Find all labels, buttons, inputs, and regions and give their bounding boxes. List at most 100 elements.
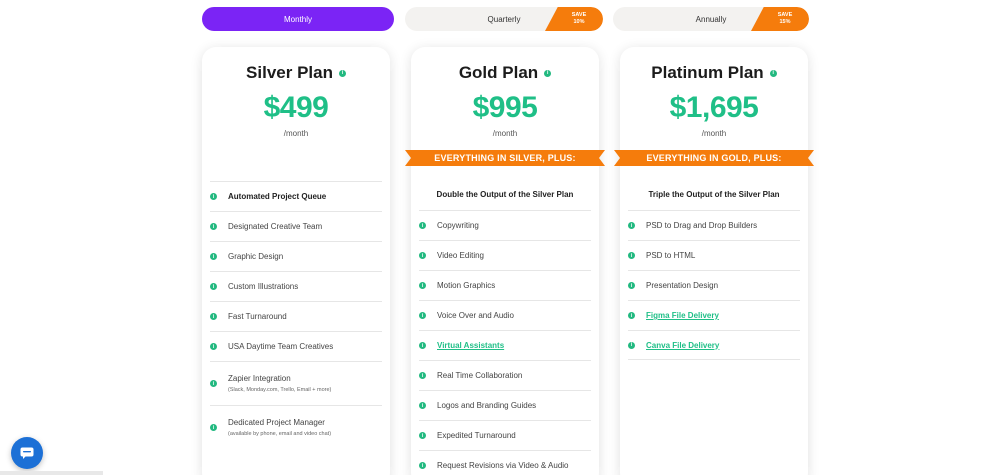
feature-link[interactable]: Figma File Delivery bbox=[646, 311, 719, 320]
feature-link[interactable]: Virtual Assistants bbox=[437, 341, 504, 350]
check-dot-icon: i bbox=[419, 312, 426, 319]
feature-label: Request Revisions via Video & Audio bbox=[437, 461, 569, 470]
feature-label: Custom Illustrations bbox=[228, 282, 299, 291]
feature-item: i Canva File Delivery bbox=[628, 330, 800, 360]
feature-item: i PSD to HTML bbox=[628, 240, 800, 270]
plan-price: $1,695 bbox=[669, 91, 759, 124]
feature-item: i Designated Creative Team bbox=[210, 211, 382, 241]
feature-label: Logos and Branding Guides bbox=[437, 401, 537, 410]
check-dot-icon: i bbox=[210, 380, 217, 387]
feature-note: (Slack, Monday.com, Trello, Email + more… bbox=[228, 387, 332, 393]
feature-label: Dedicated Project Manager bbox=[228, 418, 325, 427]
check-dot-icon: i bbox=[419, 402, 426, 409]
feature-list: i PSD to Drag and Drop Builders i PSD to… bbox=[628, 210, 800, 360]
chat-bubble-icon bbox=[20, 447, 34, 459]
info-icon[interactable]: i bbox=[769, 69, 777, 77]
feature-item: i Video Editing bbox=[419, 240, 591, 270]
plan-title-text: Silver Plan bbox=[246, 63, 333, 82]
save-badge-percent: 15% bbox=[779, 19, 791, 25]
plan-period: /month bbox=[701, 129, 727, 138]
save-badge-annually: SAVE 15% bbox=[751, 7, 809, 31]
chat-bar bbox=[0, 471, 103, 475]
feature-label: USA Daytime Team Creatives bbox=[228, 342, 334, 351]
check-dot-icon: i bbox=[419, 462, 426, 469]
check-dot-icon: i bbox=[210, 193, 217, 200]
plan-card-silver: Silver Plan i $499 /month i Automated Pr… bbox=[202, 47, 390, 475]
plan-title-text: Gold Plan bbox=[458, 63, 539, 82]
feature-label: Automated Project Queue bbox=[228, 192, 327, 201]
check-dot-icon: i bbox=[210, 223, 217, 230]
check-dot-icon: i bbox=[210, 283, 217, 290]
save-badge-text: SAVE bbox=[777, 12, 793, 18]
feature-item: i Real Time Collaboration bbox=[419, 360, 591, 390]
check-dot-icon: i bbox=[210, 343, 217, 350]
plan-title-text: Platinum Plan bbox=[651, 63, 764, 82]
plan-title: Gold Plan i bbox=[411, 63, 599, 83]
billing-tab-annually-label: Annually bbox=[695, 14, 727, 24]
feature-item: i Figma File Delivery bbox=[628, 300, 800, 330]
check-dot-icon: i bbox=[628, 222, 635, 229]
info-icon[interactable]: i bbox=[544, 69, 552, 77]
plan-title: Platinum Plan i bbox=[620, 63, 808, 83]
check-dot-icon: i bbox=[210, 424, 217, 431]
billing-tab-quarterly-label: Quarterly bbox=[487, 14, 521, 24]
info-icon[interactable]: i bbox=[338, 69, 346, 77]
feature-item: i Request Revisions via Video & Audio bbox=[419, 450, 591, 475]
save-badge-text: SAVE bbox=[571, 12, 587, 18]
feature-label: PSD to HTML bbox=[646, 251, 696, 260]
feature-label: Graphic Design bbox=[228, 252, 284, 261]
feature-label: Zapier Integration bbox=[228, 374, 291, 383]
plan-subhead: Triple the Output of the Silver Plan bbox=[648, 190, 780, 199]
plan-ribbon: EVERYTHING IN GOLD, PLUS: bbox=[614, 150, 814, 166]
check-dot-icon: i bbox=[628, 282, 635, 289]
chat-launcher-button[interactable] bbox=[11, 437, 43, 469]
feature-list: i Automated Project Queue i Designated C… bbox=[210, 181, 382, 449]
plan-period: /month bbox=[492, 129, 518, 138]
feature-label: Presentation Design bbox=[646, 281, 719, 290]
check-dot-icon: i bbox=[628, 312, 635, 319]
feature-item: i Custom Illustrations bbox=[210, 271, 382, 301]
billing-tab-monthly-label: Monthly bbox=[283, 14, 312, 24]
check-dot-icon: i bbox=[419, 372, 426, 379]
check-dot-icon: i bbox=[628, 341, 635, 349]
feature-item: i Motion Graphics bbox=[419, 270, 591, 300]
plan-price: $995 bbox=[472, 91, 538, 124]
feature-label: PSD to Drag and Drop Builders bbox=[646, 221, 758, 230]
plan-ribbon: EVERYTHING IN SILVER, PLUS: bbox=[405, 150, 605, 166]
feature-label: Video Editing bbox=[437, 251, 484, 260]
plan-title: Silver Plan i bbox=[202, 63, 390, 83]
check-dot-icon: i bbox=[210, 313, 217, 320]
feature-item: i Fast Turnaround bbox=[210, 301, 382, 331]
check-dot-icon: i bbox=[419, 252, 426, 259]
billing-tab-annually[interactable]: Annually SAVE 15% bbox=[613, 7, 809, 31]
feature-item: i Presentation Design bbox=[628, 270, 800, 300]
feature-item: i Copywriting bbox=[419, 210, 591, 240]
feature-item: i Graphic Design bbox=[210, 241, 382, 271]
check-dot-icon: i bbox=[419, 222, 426, 229]
feature-label: Real Time Collaboration bbox=[437, 371, 523, 380]
feature-label: Fast Turnaround bbox=[228, 312, 287, 321]
feature-label: Motion Graphics bbox=[437, 281, 496, 290]
feature-link[interactable]: Canva File Delivery bbox=[646, 341, 719, 350]
check-dot-icon: i bbox=[419, 282, 426, 289]
check-dot-icon: i bbox=[210, 253, 217, 260]
feature-item: i USA Daytime Team Creatives bbox=[210, 331, 382, 361]
feature-label: Voice Over and Audio bbox=[437, 311, 514, 320]
feature-item: i Automated Project Queue bbox=[210, 181, 382, 211]
billing-tab-monthly[interactable]: Monthly bbox=[202, 7, 394, 31]
check-dot-icon: i bbox=[419, 432, 426, 439]
feature-item: i PSD to Drag and Drop Builders bbox=[628, 210, 800, 240]
feature-item: i Voice Over and Audio bbox=[419, 300, 591, 330]
feature-label: Expedited Turnaround bbox=[437, 431, 516, 440]
feature-item: i Zapier Integration (Slack, Monday.com,… bbox=[210, 361, 382, 405]
plan-price: $499 bbox=[263, 91, 329, 124]
feature-label: Designated Creative Team bbox=[228, 222, 323, 231]
plan-card-platinum: Platinum Plan i $1,695 /month EVERYTHING… bbox=[614, 47, 814, 475]
plan-period: /month bbox=[283, 129, 309, 138]
billing-tab-quarterly[interactable]: Quarterly SAVE 10% bbox=[405, 7, 603, 31]
save-badge-quarterly: SAVE 10% bbox=[545, 7, 603, 31]
feature-label: Copywriting bbox=[437, 221, 479, 230]
check-dot-icon: i bbox=[628, 252, 635, 259]
feature-item: i Expedited Turnaround bbox=[419, 420, 591, 450]
feature-note: (available by phone, email and video cha… bbox=[228, 431, 332, 437]
